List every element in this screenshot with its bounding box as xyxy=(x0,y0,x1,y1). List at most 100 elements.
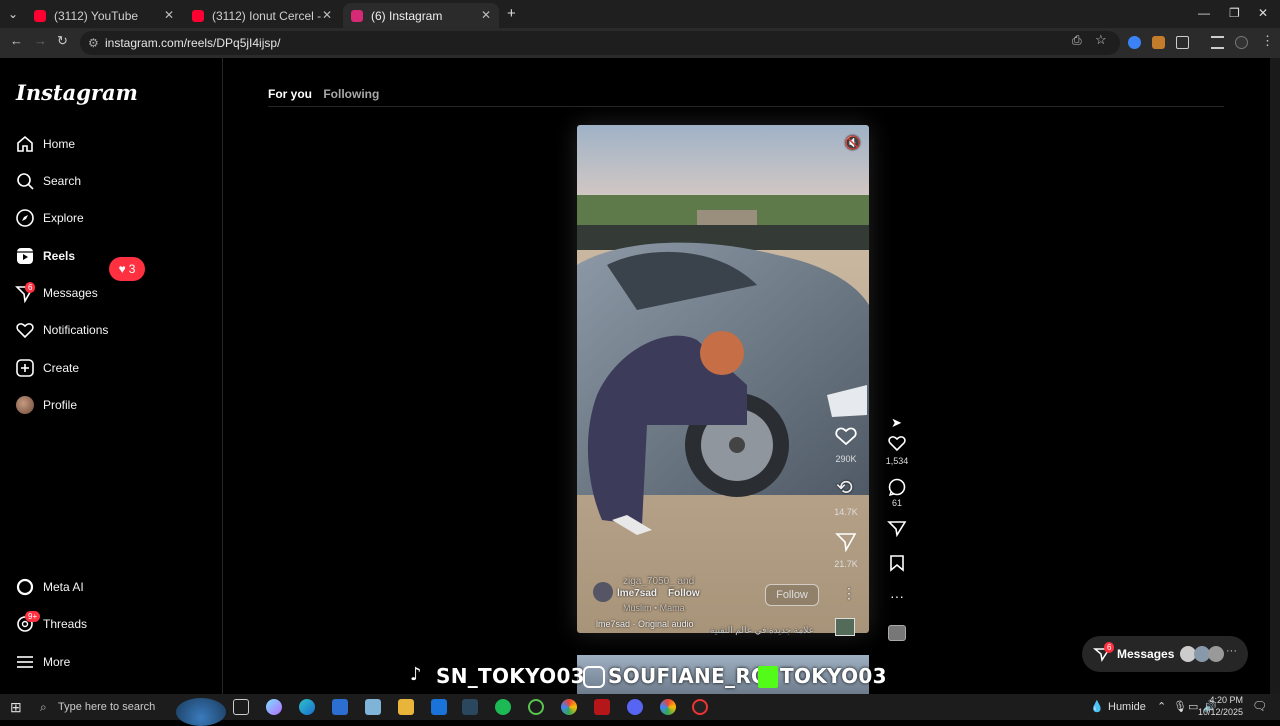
site-info-icon[interactable]: ⚙ xyxy=(88,36,99,50)
sidebar-item-label: Messages xyxy=(43,286,98,300)
collab-line: ziga_7050_ and xyxy=(623,576,695,587)
notepad-icon[interactable] xyxy=(365,699,381,715)
weather-label[interactable]: Humide xyxy=(1108,701,1146,713)
sidebar-item-create[interactable]: Create xyxy=(16,356,79,380)
chrome-icon[interactable] xyxy=(561,699,577,715)
follow-link[interactable]: Follow xyxy=(668,588,700,599)
browser-menu-icon[interactable]: ⋮ xyxy=(1261,33,1274,49)
more-icon[interactable]: ··· xyxy=(890,588,904,604)
avatar xyxy=(16,396,34,414)
notification-pill[interactable]: ♥ 3 xyxy=(109,257,145,281)
tab-label: (3112) YouTube xyxy=(54,8,139,23)
messages-badge: 6 xyxy=(1104,642,1115,653)
tab-youtube[interactable]: (3112) YouTube ✕ xyxy=(26,3,182,28)
tab-list-icon[interactable]: ⌄ xyxy=(8,7,18,21)
sidebar-item-meta-ai[interactable]: Meta AI xyxy=(16,575,84,599)
sidebar-item-home[interactable]: Home xyxy=(16,132,75,156)
reel-username[interactable]: lme7sad xyxy=(617,588,657,599)
heart-icon[interactable] xyxy=(835,426,857,446)
sidebar-item-notifications[interactable]: Notifications xyxy=(16,318,108,342)
discord-icon[interactable] xyxy=(627,699,643,715)
sidebar-item-label: Explore xyxy=(43,211,84,225)
avatar[interactable] xyxy=(593,582,613,602)
sidebar-item-explore[interactable]: Explore xyxy=(16,206,84,230)
comment-icon[interactable] xyxy=(888,478,906,496)
extension-icon[interactable] xyxy=(1128,36,1141,49)
url-field[interactable]: ⚙ instagram.com/reels/DPq5jI4ijsp/ xyxy=(80,31,1120,55)
reading-list-icon[interactable] xyxy=(1211,36,1224,49)
close-icon[interactable]: ✕ xyxy=(481,8,491,22)
minimize-icon[interactable]: — xyxy=(1198,6,1210,20)
chevron-up-icon[interactable]: ⌃ xyxy=(1157,700,1166,713)
app-icon[interactable] xyxy=(594,699,610,715)
sidebar-item-profile[interactable]: Profile xyxy=(16,393,77,417)
store-icon[interactable] xyxy=(332,699,348,715)
back-icon[interactable]: ← xyxy=(10,33,23,48)
tab-instagram[interactable]: (6) Instagram ✕ xyxy=(343,3,499,28)
forward-icon[interactable]: → xyxy=(34,33,47,48)
window-close-icon[interactable]: ✕ xyxy=(1258,6,1268,20)
mute-icon[interactable]: 🔇 xyxy=(845,135,861,151)
audio-thumb[interactable] xyxy=(835,618,855,636)
youtube-icon xyxy=(34,9,46,22)
sidebar-item-label: Search xyxy=(43,174,82,188)
sidebar-item-label: Reels xyxy=(43,249,76,263)
maximize-icon[interactable]: ❐ xyxy=(1229,6,1240,20)
sidebar-item-messages[interactable]: 6 Messages xyxy=(15,281,98,305)
sidebar-item-label: Profile xyxy=(43,398,78,412)
tab-youtube-2[interactable]: (3112) Ionut Cercel - Made in R ✕ xyxy=(184,3,340,28)
cursor-icon: ➤ xyxy=(891,415,902,430)
share-icon[interactable] xyxy=(835,531,857,553)
outlook-icon[interactable] xyxy=(431,699,447,715)
file-explorer-icon[interactable] xyxy=(398,699,414,715)
extension-icon[interactable] xyxy=(1152,36,1165,49)
install-app-icon[interactable]: ⎙ xyxy=(1072,33,1082,48)
notification-center-icon[interactable]: 🗨 xyxy=(1252,699,1267,713)
sidebar-item-threads[interactable]: 9+ Threads xyxy=(16,611,87,636)
comment-count: 61 xyxy=(891,498,902,508)
sidebar-item-search[interactable]: Search xyxy=(16,169,81,193)
more-options-icon[interactable]: ⋮ xyxy=(842,585,856,602)
watermark-tiktok: SN_TOKYO03 xyxy=(436,664,585,688)
sidebar-item-more[interactable]: More xyxy=(16,650,70,674)
save-icon[interactable] xyxy=(890,555,904,572)
tab-following[interactable]: Following xyxy=(323,87,379,101)
new-tab-icon[interactable]: + xyxy=(507,5,516,22)
messages-pill[interactable]: 6 Messages ··· xyxy=(1082,636,1248,672)
extensions-puzzle-icon[interactable] xyxy=(1176,36,1189,49)
notification-count: 3 xyxy=(128,262,136,276)
taskbar-search[interactable]: Type here to search xyxy=(58,701,155,713)
edge-icon[interactable] xyxy=(299,699,315,715)
tab-for-you[interactable]: For you xyxy=(268,87,312,101)
instagram-logo[interactable]: Instagram xyxy=(16,80,138,105)
close-icon[interactable]: ✕ xyxy=(322,8,332,22)
app-icon[interactable] xyxy=(692,699,708,715)
spotify-icon[interactable] xyxy=(495,699,511,715)
clock-time[interactable]: 4:20 PM xyxy=(1209,695,1243,705)
reload-icon[interactable]: ↻ xyxy=(57,33,68,49)
task-view-icon[interactable] xyxy=(233,699,249,715)
sidebar-item-reels[interactable]: Reels xyxy=(16,244,75,268)
reel-video[interactable]: 🔇 xyxy=(577,125,869,633)
url-text: instagram.com/reels/DPq5jI4ijsp/ xyxy=(105,36,281,50)
more-icon: ··· xyxy=(1226,645,1237,657)
close-icon[interactable]: ✕ xyxy=(164,8,174,22)
like-icon[interactable] xyxy=(888,435,906,452)
watermark-instagram: SOUFIANE_RO xyxy=(608,664,769,688)
repost-icon[interactable]: ⟲ xyxy=(836,475,853,500)
repost-count: 14.7K xyxy=(834,507,858,517)
scrollbar[interactable] xyxy=(1270,58,1280,694)
steam-icon[interactable] xyxy=(462,699,478,715)
utorrent-icon[interactable] xyxy=(528,699,544,715)
profile-avatar[interactable] xyxy=(1235,36,1248,49)
clock-date[interactable]: 10/12/2025 xyxy=(1196,707,1243,717)
copilot-icon[interactable] xyxy=(266,699,282,715)
chrome-icon[interactable] xyxy=(660,699,676,715)
follow-button[interactable]: Follow xyxy=(765,584,819,606)
bookmark-star-icon[interactable]: ☆ xyxy=(1095,32,1107,48)
microphone-icon[interactable]: 🎙 xyxy=(1173,700,1187,713)
share-icon[interactable] xyxy=(887,520,907,538)
audio-thumb[interactable] xyxy=(888,625,906,641)
windows-start-icon[interactable]: ⊞ xyxy=(10,699,22,716)
audio-label[interactable]: lme7sad · Original audio xyxy=(596,619,694,629)
